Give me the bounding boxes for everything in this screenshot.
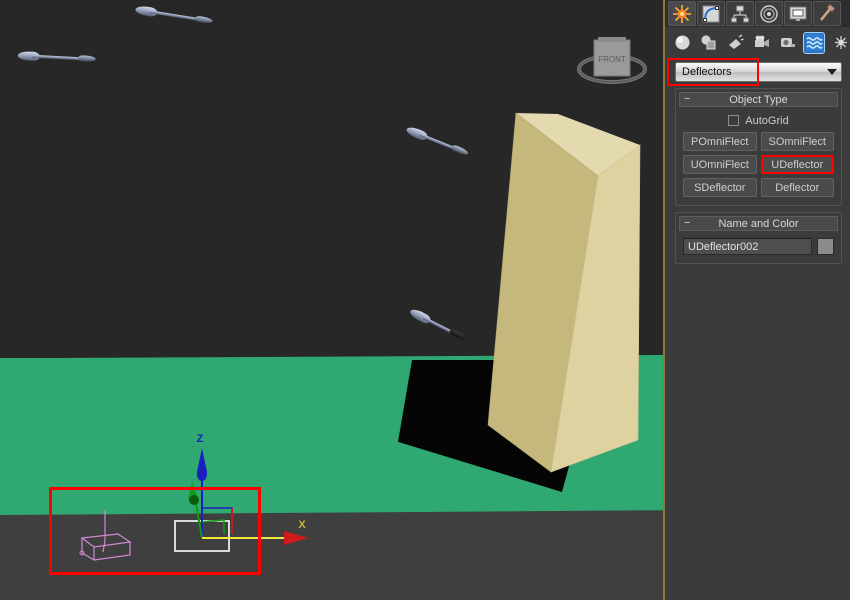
systems-icon xyxy=(834,36,847,49)
curve-icon xyxy=(702,5,720,22)
deflector-button[interactable]: Deflector xyxy=(760,178,834,197)
hierarchy-icon xyxy=(731,5,749,22)
create-category-row xyxy=(665,27,850,58)
command-panel-tabs xyxy=(665,0,850,27)
chevron-down-icon[interactable] xyxy=(827,69,837,75)
object-name-input[interactable]: UDeflector002 xyxy=(683,238,812,255)
autogrid-row[interactable]: AutoGrid xyxy=(683,112,834,129)
name-and-color-row: UDeflector002 xyxy=(683,238,834,255)
command-panel: Deflectors − Object Type AutoGrid POmniF… xyxy=(665,0,850,600)
viewport-highlight-box xyxy=(49,487,261,575)
monitor-icon xyxy=(789,6,807,21)
rollout-object-type-header[interactable]: − Object Type xyxy=(679,92,838,107)
category-geometry[interactable] xyxy=(673,33,692,53)
viewcube-icon[interactable]: FRONT xyxy=(572,24,652,96)
tab-utilities[interactable] xyxy=(813,1,841,26)
sphere-icon xyxy=(675,35,690,50)
category-lights[interactable] xyxy=(726,33,745,53)
category-cameras[interactable] xyxy=(752,33,771,53)
object-color-swatch[interactable] xyxy=(817,238,834,255)
collapse-icon[interactable]: − xyxy=(684,93,690,106)
tab-display[interactable] xyxy=(784,1,812,26)
tab-create[interactable] xyxy=(668,1,696,26)
category-systems[interactable] xyxy=(831,33,850,53)
collapse-icon-2[interactable]: − xyxy=(684,217,690,230)
rollout-name-and-color-title: Name and Color xyxy=(718,217,799,230)
category-space-warps[interactable] xyxy=(803,31,825,54)
motion-circles-icon xyxy=(760,4,778,23)
object-type-button-grid: POmniFlect SOmniFlect UOmniFlect UDeflec… xyxy=(683,132,834,197)
category-helpers[interactable] xyxy=(778,33,797,53)
waves-icon xyxy=(805,34,823,51)
dropdown-value: Deflectors xyxy=(682,66,732,78)
tab-hierarchy[interactable] xyxy=(726,1,754,26)
star-burst-icon xyxy=(673,4,691,23)
udeflector-button[interactable]: UDeflector xyxy=(760,155,834,174)
object-category-dropdown-wrap: Deflectors xyxy=(667,58,842,86)
rollout-name-and-color-header[interactable]: − Name and Color xyxy=(679,216,838,231)
rollout-name-and-color: − Name and Color UDeflector002 xyxy=(675,212,842,264)
rollout-object-type: − Object Type AutoGrid POmniFlect SOmniF… xyxy=(675,88,842,206)
hammer-icon xyxy=(819,3,835,21)
light-icon xyxy=(728,34,744,49)
uomniflect-button[interactable]: UOmniFlect xyxy=(683,155,757,174)
viewport-background xyxy=(0,0,663,360)
gizmo-x-label: X xyxy=(298,519,306,531)
viewport-front[interactable]: FRONT Z X xyxy=(0,0,665,600)
viewcube-face-label: FRONT xyxy=(598,55,626,64)
gizmo-z-label: Z xyxy=(197,433,204,445)
autogrid-checkbox[interactable] xyxy=(728,115,740,126)
category-shapes[interactable] xyxy=(699,33,718,53)
sdeflector-button[interactable]: SDeflector xyxy=(683,178,757,197)
shapes-icon xyxy=(701,35,716,50)
object-category-dropdown[interactable]: Deflectors xyxy=(675,62,842,82)
pomniflect-button[interactable]: POmniFlect xyxy=(683,132,757,151)
tab-motion[interactable] xyxy=(755,1,783,26)
max-window: FRONT Z X Deflectors − Object Type AutoG… xyxy=(0,0,850,600)
camera-icon xyxy=(754,35,769,47)
somniflect-button[interactable]: SOmniFlect xyxy=(760,132,834,151)
rollout-object-type-title: Object Type xyxy=(729,93,788,106)
tab-modify[interactable] xyxy=(697,1,725,26)
autogrid-label: AutoGrid xyxy=(745,114,789,127)
tape-icon xyxy=(781,38,796,47)
